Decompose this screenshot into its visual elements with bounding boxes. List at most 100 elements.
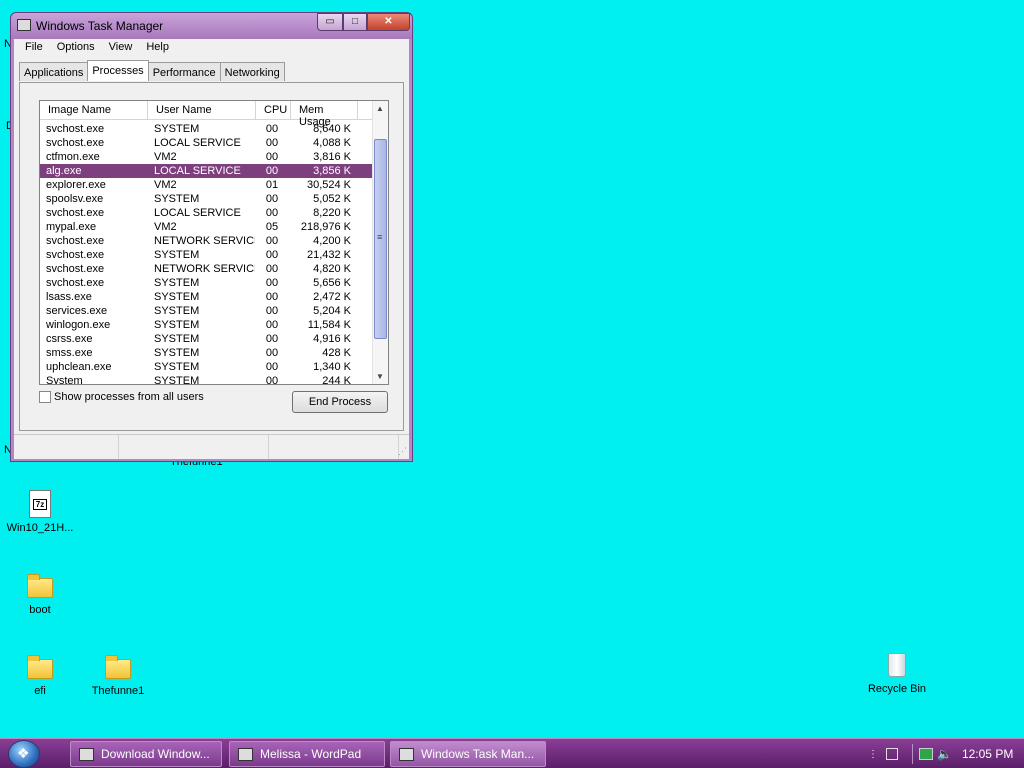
scroll-up-arrow-icon[interactable]: ▲ (376, 104, 384, 113)
menu-view[interactable]: View (102, 39, 140, 57)
process-list[interactable]: Image Name User Name CPU Mem Usage svcho… (39, 100, 389, 385)
table-row[interactable]: ctfmon.exe VM2 00 3,816 K (40, 150, 373, 164)
tray-separator (912, 744, 913, 764)
table-row[interactable]: csrss.exe SYSTEM 00 4,916 K (40, 332, 373, 346)
tab-networking[interactable]: Networking (219, 62, 285, 81)
cell-cpu: 00 (265, 193, 279, 205)
cell-mem-usage: 1,340 K (313, 361, 351, 373)
table-row[interactable]: explorer.exe VM2 01 30,524 K (40, 178, 373, 192)
end-process-button[interactable]: End Process (292, 391, 388, 413)
table-row[interactable]: winlogon.exe SYSTEM 00 11,584 K (40, 318, 373, 332)
menu-options[interactable]: Options (50, 39, 102, 57)
taskbar: Download Window... Melissa - WordPad Win… (0, 738, 1024, 768)
process-rows: svchost.exe SYSTEM 00 8,640 K svchost.exe LOC… (40, 122, 373, 384)
table-row[interactable]: svchost.exe LOCAL SERVICE 00 4,088 K (40, 136, 373, 150)
volume-icon[interactable]: 🔈 (937, 747, 952, 761)
cell-user-name: SYSTEM (154, 249, 200, 261)
show-all-users-checkbox[interactable]: Show processes from all users (39, 391, 204, 403)
desktop-icon-label: boot (29, 604, 51, 616)
table-row[interactable]: svchost.exe NETWORK SERVICE 00 4,200 K (40, 234, 373, 248)
table-row[interactable]: svchost.exe SYSTEM 00 5,656 K (40, 276, 373, 290)
cell-image-name: services.exe (46, 305, 108, 317)
cell-mem-usage: 4,088 K (313, 137, 351, 149)
cell-mem-usage: 4,916 K (313, 333, 351, 345)
menu-file[interactable]: File (18, 39, 50, 57)
status-pane-cpu (119, 435, 269, 459)
title-bar[interactable]: Windows Task Manager ▭ □ ✕ (11, 13, 412, 39)
table-row[interactable]: lsass.exe SYSTEM 00 2,472 K (40, 290, 373, 304)
cell-image-name: svchost.exe (46, 207, 105, 219)
table-row[interactable]: svchost.exe LOCAL SERVICE 00 8,220 K (40, 206, 373, 220)
taskbar-button-wordpad[interactable]: Melissa - WordPad (229, 741, 385, 767)
network-icon[interactable] (919, 748, 933, 760)
cell-mem-usage: 8,220 K (313, 207, 351, 219)
cell-cpu: 00 (265, 235, 279, 247)
table-row[interactable]: uphclean.exe SYSTEM 00 1,340 K (40, 360, 373, 374)
desktop-icon-boot[interactable]: boot (0, 572, 80, 616)
maximize-button[interactable]: □ (343, 13, 367, 31)
column-mem-usage[interactable]: Mem Usage (291, 101, 358, 128)
start-button[interactable] (8, 740, 40, 768)
cell-user-name: SYSTEM (154, 123, 200, 135)
scrollbar-thumb[interactable] (374, 139, 387, 339)
column-image-name[interactable]: Image Name (40, 101, 148, 119)
close-button[interactable]: ✕ (367, 13, 410, 31)
tray-expand-icon[interactable]: ⋮ (868, 749, 878, 760)
clock[interactable]: 12:05 PM (962, 747, 1013, 761)
cell-mem-usage: 5,656 K (313, 277, 351, 289)
scroll-down-arrow-icon[interactable]: ▼ (376, 372, 384, 381)
tab-applications[interactable]: Applications (19, 62, 89, 81)
cell-cpu: 00 (265, 361, 279, 373)
cell-image-name: svchost.exe (46, 123, 105, 135)
taskbar-button-download[interactable]: Download Window... (70, 741, 222, 767)
cell-mem-usage: 21,432 K (306, 249, 351, 261)
status-pane-commit (269, 435, 399, 459)
cell-user-name: SYSTEM (154, 305, 200, 317)
desktop-icon-win10[interactable]: 7z Win10_21H... (0, 490, 80, 534)
taskbar-button-task-manager[interactable]: Windows Task Man... (390, 741, 546, 767)
cell-cpu: 00 (265, 263, 279, 275)
resize-grip-icon[interactable]: ⋰ (398, 446, 407, 457)
cell-mem-usage: 30,524 K (306, 179, 351, 191)
table-row[interactable]: smss.exe SYSTEM 00 428 K (40, 346, 373, 360)
table-row[interactable]: svchost.exe NETWORK SERVICE 00 4,820 K (40, 262, 373, 276)
cell-mem-usage: 5,204 K (313, 305, 351, 317)
table-row[interactable]: alg.exe LOCAL SERVICE 00 3,856 K (40, 164, 373, 178)
desktop-icon-efi[interactable]: efi (0, 653, 80, 697)
process-list-header: Image Name User Name CPU Mem Usage (40, 101, 373, 128)
checkbox-box[interactable] (39, 391, 51, 403)
table-row[interactable]: svchost.exe SYSTEM 00 21,432 K (40, 248, 373, 262)
cell-user-name: LOCAL SERVICE (154, 137, 241, 149)
vertical-scrollbar[interactable]: ▲ ▼ (372, 101, 388, 384)
app-icon (79, 747, 94, 761)
cell-user-name: SYSTEM (154, 333, 200, 345)
cell-user-name: SYSTEM (154, 347, 200, 359)
cell-cpu: 00 (265, 305, 279, 317)
cell-image-name: explorer.exe (46, 179, 106, 191)
tab-performance[interactable]: Performance (147, 62, 221, 81)
cell-user-name: SYSTEM (154, 319, 200, 331)
menu-help[interactable]: Help (139, 39, 176, 57)
cell-cpu: 00 (265, 291, 279, 303)
system-tray: ⋮ 🔈 12:05 PM (868, 739, 1024, 768)
cell-image-name: alg.exe (46, 165, 82, 177)
column-cpu[interactable]: CPU (256, 101, 291, 119)
processes-panel: Image Name User Name CPU Mem Usage svcho… (19, 82, 404, 431)
minimize-button[interactable]: ▭ (317, 13, 343, 31)
cell-cpu: 05 (265, 221, 279, 233)
menu-bar: File Options View Help (14, 39, 409, 57)
table-row[interactable]: System SYSTEM 00 244 K (40, 374, 373, 384)
cell-mem-usage: 218,976 K (300, 221, 351, 233)
keyboard-icon[interactable] (886, 748, 898, 760)
table-row[interactable]: mypal.exe VM2 05 218,976 K (40, 220, 373, 234)
tab-processes[interactable]: Processes (87, 60, 149, 81)
column-user-name[interactable]: User Name (148, 101, 256, 119)
desktop-icon-thefunne1[interactable]: Thefunne1 (78, 653, 158, 697)
table-row[interactable]: svchost.exe SYSTEM 00 8,640 K (40, 122, 373, 136)
cell-image-name: lsass.exe (46, 291, 92, 303)
table-row[interactable]: services.exe SYSTEM 00 5,204 K (40, 304, 373, 318)
desktop-icon-recycle-bin[interactable]: Recycle Bin (857, 651, 937, 695)
cell-cpu: 00 (265, 277, 279, 289)
table-row[interactable]: spoolsv.exe SYSTEM 00 5,052 K (40, 192, 373, 206)
cell-cpu: 00 (265, 249, 279, 261)
